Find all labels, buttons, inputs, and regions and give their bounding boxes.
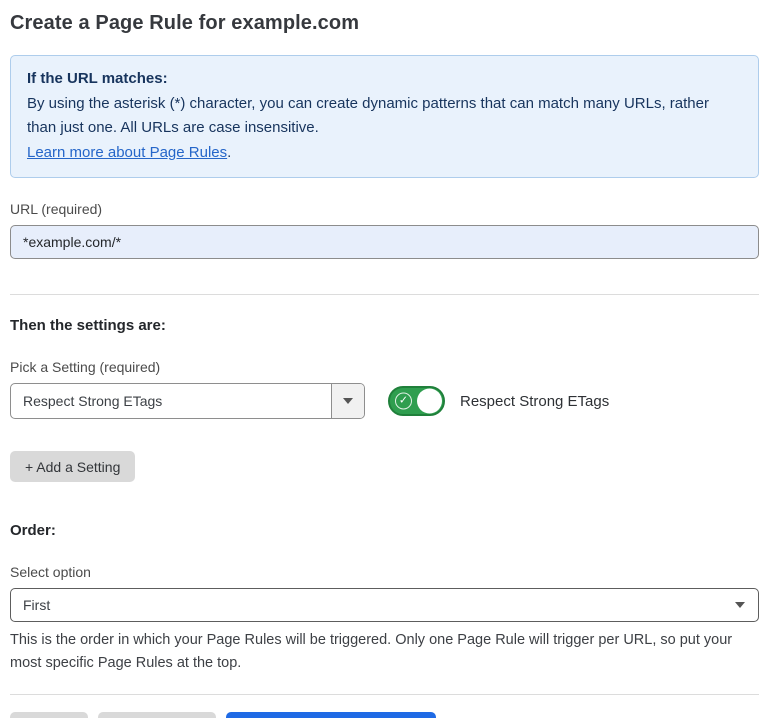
- setting-toggle-group: ✓ Respect Strong ETags: [388, 386, 609, 416]
- cancel-button[interactable]: Cancel: [10, 712, 88, 718]
- page-title: Create a Page Rule for example.com: [10, 12, 759, 35]
- order-select-value: First: [11, 597, 735, 613]
- setting-select-arrow-button[interactable]: [331, 384, 364, 418]
- url-match-info-box: If the URL matches: By using the asteris…: [10, 55, 759, 178]
- toggle-knob: [417, 389, 442, 414]
- info-link-row: Learn more about Page Rules.: [27, 141, 742, 166]
- order-heading: Order:: [10, 522, 759, 539]
- footer-actions: Cancel Save as Draft Save and Deploy Pag…: [10, 712, 759, 718]
- save-and-deploy-button[interactable]: Save and Deploy Page Rule: [226, 712, 436, 718]
- info-box-heading: If the URL matches:: [27, 67, 742, 92]
- setting-toggle-label: Respect Strong ETags: [460, 393, 609, 410]
- section-divider: [10, 294, 759, 295]
- setting-toggle[interactable]: ✓: [388, 386, 445, 416]
- select-option-label: Select option: [10, 564, 759, 580]
- learn-more-link[interactable]: Learn more about Page Rules: [27, 144, 227, 161]
- url-input[interactable]: [10, 225, 759, 259]
- check-icon: ✓: [395, 393, 412, 410]
- footer-divider: [10, 694, 759, 695]
- create-page-rule-form: Create a Page Rule for example.com If th…: [0, 0, 769, 718]
- setting-select-value: Respect Strong ETags: [11, 393, 331, 409]
- setting-select[interactable]: Respect Strong ETags: [10, 383, 365, 419]
- url-label: URL (required): [10, 201, 759, 217]
- pick-setting-label: Pick a Setting (required): [10, 359, 759, 375]
- order-help-text: This is the order in which your Page Rul…: [10, 629, 759, 674]
- setting-row: Respect Strong ETags ✓ Respect Strong ET…: [10, 383, 759, 419]
- order-select[interactable]: First: [10, 588, 759, 622]
- chevron-down-icon: [343, 398, 353, 404]
- save-as-draft-button[interactable]: Save as Draft: [98, 712, 217, 718]
- settings-heading: Then the settings are:: [10, 317, 759, 334]
- info-box-body: By using the asterisk (*) character, you…: [27, 92, 742, 141]
- link-period: .: [227, 144, 231, 161]
- chevron-down-icon: [735, 602, 745, 608]
- add-setting-button[interactable]: + Add a Setting: [10, 451, 135, 482]
